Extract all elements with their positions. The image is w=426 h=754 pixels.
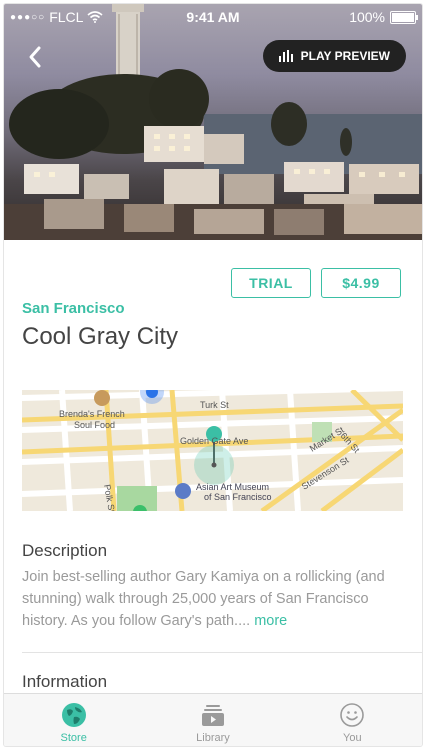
tour-title: Cool Gray City <box>22 323 179 350</box>
play-preview-button[interactable]: PLAY PREVIEW <box>262 40 406 72</box>
back-button[interactable] <box>22 42 50 72</box>
map-label-turk-st: Turk St <box>200 400 229 410</box>
battery-percent: 100% <box>349 9 385 25</box>
more-link[interactable]: more <box>254 613 287 629</box>
section-divider <box>22 652 422 653</box>
buy-price-button[interactable]: $4.99 <box>321 268 401 298</box>
map-label-restaurant: Brenda's French <box>59 409 125 419</box>
status-bar: ●●●○○ FLCL 9:41 AM 100% <box>4 4 422 30</box>
battery-icon <box>390 10 418 24</box>
tab-library[interactable]: Library <box>143 694 282 746</box>
tab-bar: Store Library You <box>4 693 422 746</box>
information-heading: Information <box>22 672 108 691</box>
globe-icon <box>61 703 86 727</box>
tab-library-label: Library <box>196 732 230 744</box>
tab-store-label: Store <box>60 732 87 744</box>
smiley-icon <box>340 703 365 727</box>
chevron-left-icon <box>29 46 41 68</box>
play-preview-label: PLAY PREVIEW <box>300 49 390 63</box>
map-label-museum-2: of San Francisco <box>204 492 272 502</box>
description-heading: Description <box>22 541 108 560</box>
hero-image: ●●●○○ FLCL 9:41 AM 100% PLAY PREVIEW <box>4 4 422 240</box>
map-label-restaurant-2: Soul Food <box>74 420 115 430</box>
map-drawing: Brenda's French Soul Food Turk St Golden… <box>22 390 403 511</box>
tab-store[interactable]: Store <box>4 694 143 746</box>
map-label-museum: Asian Art Museum <box>196 482 269 492</box>
tab-you-label: You <box>343 732 362 744</box>
audio-bars-icon <box>278 50 293 62</box>
map-label-golden-gate-ave: Golden Gate Ave <box>180 436 248 446</box>
tab-you[interactable]: You <box>283 694 422 746</box>
trial-button[interactable]: TRIAL <box>231 268 311 298</box>
tour-detail-screen: ●●●○○ FLCL 9:41 AM 100% PLAY PREVIEW TRI… <box>4 4 422 746</box>
description-text: Join best-selling author Gary Kamiya on … <box>22 569 385 629</box>
tour-map[interactable]: Brenda's French Soul Food Turk St Golden… <box>22 390 403 511</box>
tour-city: San Francisco <box>22 300 125 317</box>
description-text-block: Join best-selling author Gary Kamiya on … <box>22 566 392 632</box>
library-icon <box>201 705 224 726</box>
